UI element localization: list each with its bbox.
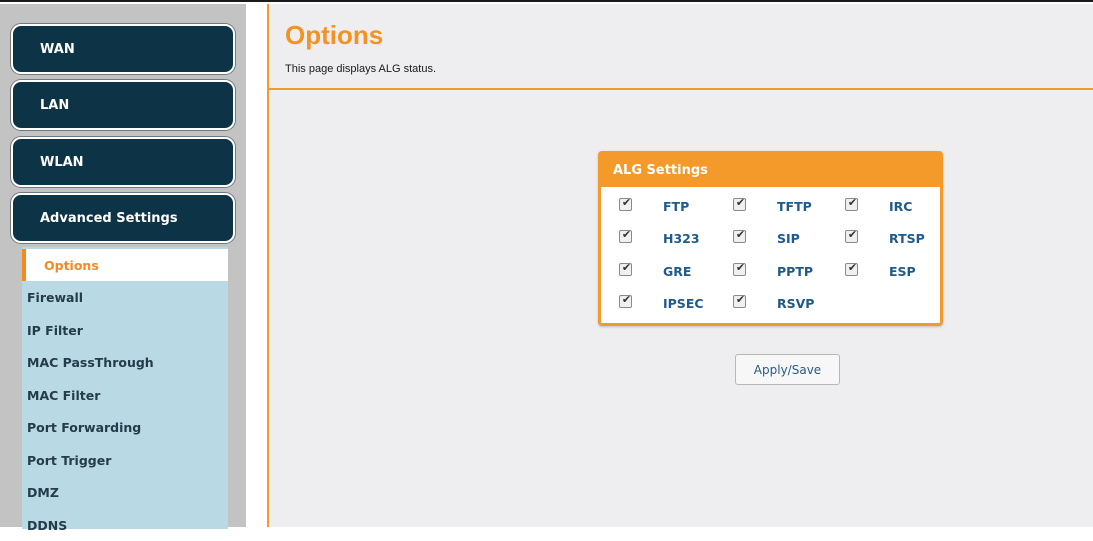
irc-label: IRC xyxy=(889,199,913,214)
checkmark-icon: ✔ xyxy=(621,261,632,274)
sidebar-item-ddns[interactable]: DDNS xyxy=(22,509,228,541)
ipsec-label: IPSEC xyxy=(663,296,704,311)
sidebar: WAN LAN WLAN Advanced Settings Options F… xyxy=(0,4,246,533)
ipsec-checkbox[interactable]: ✔ xyxy=(619,293,632,308)
h323-checkbox[interactable]: ✔ xyxy=(619,228,632,243)
sip-label: SIP xyxy=(777,231,800,246)
checkmark-icon: ✔ xyxy=(735,293,746,306)
checkmark-icon: ✔ xyxy=(847,228,858,241)
checkmark-icon: ✔ xyxy=(735,196,746,209)
tftp-checkbox[interactable]: ✔ xyxy=(733,196,746,211)
checkmark-icon: ✔ xyxy=(621,228,632,241)
nav-wan[interactable]: WAN xyxy=(11,24,235,74)
page-frame: WAN LAN WLAN Advanced Settings Options F… xyxy=(0,0,1093,533)
sidebar-item-dmz[interactable]: DMZ xyxy=(22,476,228,508)
sidebar-item-port-forwarding[interactable]: Port Forwarding xyxy=(22,411,228,443)
page-header: Options This page displays ALG status. xyxy=(269,4,1093,90)
sidebar-item-options[interactable]: Options xyxy=(22,249,228,281)
checkmark-icon: ✔ xyxy=(621,196,632,209)
apply-save-button[interactable]: Apply/Save xyxy=(735,354,840,385)
sip-checkbox[interactable]: ✔ xyxy=(733,228,746,243)
rsvp-checkbox[interactable]: ✔ xyxy=(733,293,746,308)
irc-checkbox[interactable]: ✔ xyxy=(845,196,858,211)
sidebar-item-mac-filter[interactable]: MAC Filter xyxy=(22,379,228,411)
checkmark-icon: ✔ xyxy=(621,293,632,306)
ftp-checkbox[interactable]: ✔ xyxy=(619,196,632,211)
gre-label: GRE xyxy=(663,264,692,279)
main-content: Options This page displays ALG status. A… xyxy=(267,4,1093,527)
sidebar-item-firewall[interactable]: Firewall xyxy=(22,281,228,313)
checkmark-icon: ✔ xyxy=(735,228,746,241)
ftp-label: FTP xyxy=(663,199,690,214)
esp-label: ESP xyxy=(889,264,916,279)
pptp-checkbox[interactable]: ✔ xyxy=(733,261,746,276)
nav-lan[interactable]: LAN xyxy=(11,80,235,130)
nav-advanced-settings[interactable]: Advanced Settings xyxy=(11,193,235,243)
h323-label: H323 xyxy=(663,231,700,246)
pptp-label: PPTP xyxy=(777,264,814,279)
sidebar-item-mac-passthrough[interactable]: MAC PassThrough xyxy=(22,346,228,378)
sidebar-item-port-trigger[interactable]: Port Trigger xyxy=(22,444,228,476)
rtsp-label: RTSP xyxy=(889,231,925,246)
sidebar-item-ip-filter[interactable]: IP Filter xyxy=(22,314,228,346)
alg-settings-title: ALG Settings xyxy=(601,154,940,187)
page-description: This page displays ALG status. xyxy=(285,63,437,75)
rtsp-checkbox[interactable]: ✔ xyxy=(845,228,858,243)
esp-checkbox[interactable]: ✔ xyxy=(845,261,858,276)
checkmark-icon: ✔ xyxy=(847,261,858,274)
checkmark-icon: ✔ xyxy=(847,196,858,209)
tftp-label: TFTP xyxy=(777,199,812,214)
advanced-submenu: Options Firewall IP Filter MAC PassThrou… xyxy=(22,247,228,533)
rsvp-label: RSVP xyxy=(777,296,815,311)
checkmark-icon: ✔ xyxy=(735,261,746,274)
nav-wlan[interactable]: WLAN xyxy=(11,137,235,187)
alg-settings-panel: ALG Settings ✔ FTP ✔ TFTP ✔ IRC ✔ H323 ✔… xyxy=(598,151,943,326)
page-title: Options xyxy=(285,20,384,50)
gre-checkbox[interactable]: ✔ xyxy=(619,261,632,276)
